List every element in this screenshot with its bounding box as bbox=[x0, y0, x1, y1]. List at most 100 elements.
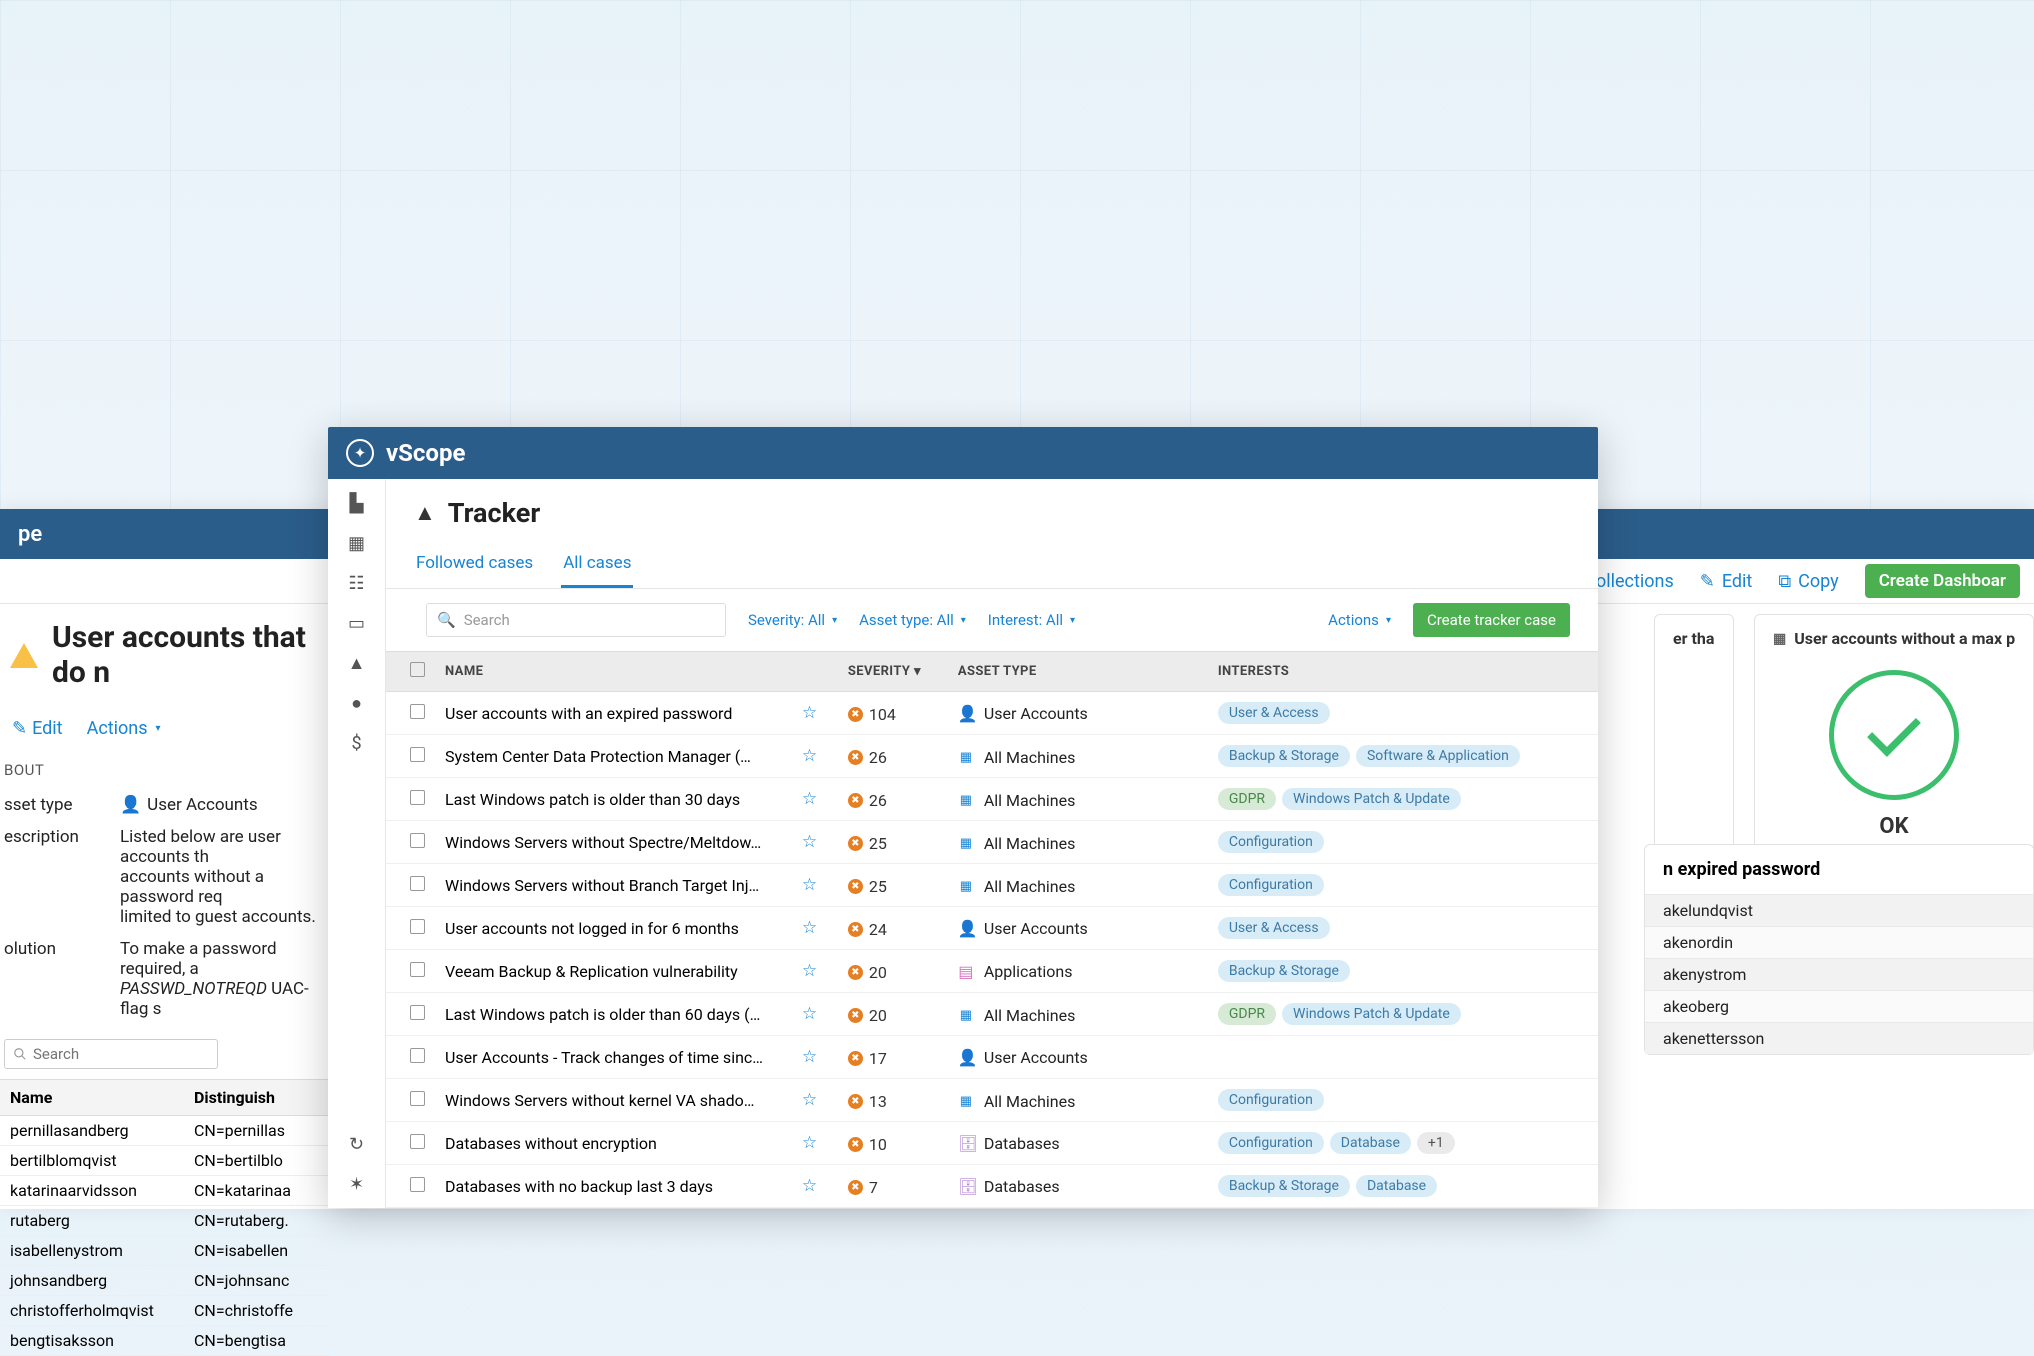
tab-followed-cases[interactable]: Followed cases bbox=[414, 545, 535, 588]
col-name[interactable]: Name bbox=[435, 652, 792, 692]
account-name: katarinaarvidsson bbox=[0, 1176, 184, 1206]
table-row[interactable]: katarinaarvidssonCN=katarinaa bbox=[0, 1176, 330, 1206]
actions-dropdown[interactable]: Actions bbox=[1328, 611, 1391, 629]
interest-tag[interactable]: GDPR bbox=[1218, 1003, 1276, 1025]
severity-dot-icon: ✖ bbox=[848, 922, 863, 937]
edit-link[interactable]: ✎Edit bbox=[12, 718, 63, 739]
table-row[interactable]: Last Windows patch is older than 30 days… bbox=[386, 778, 1598, 821]
filter-severity[interactable]: Severity: All bbox=[748, 611, 837, 629]
interest-tag[interactable]: User & Access bbox=[1218, 917, 1330, 939]
star-icon[interactable]: ☆ bbox=[802, 746, 817, 766]
table-row[interactable]: christofferholmqvistCN=christoffe bbox=[0, 1296, 330, 1326]
sidebar-table-icon[interactable]: ☷ bbox=[347, 573, 367, 593]
star-icon[interactable]: ☆ bbox=[802, 875, 817, 895]
interest-tag[interactable]: Configuration bbox=[1218, 1132, 1324, 1154]
table-row[interactable]: User accounts with an expired password ☆… bbox=[386, 692, 1598, 735]
table-row[interactable]: johnsandbergCN=johnsanc bbox=[0, 1266, 330, 1296]
star-icon[interactable]: ☆ bbox=[802, 918, 817, 938]
interest-tag[interactable]: Backup & Storage bbox=[1218, 745, 1350, 767]
row-checkbox[interactable] bbox=[410, 1048, 425, 1063]
row-checkbox[interactable] bbox=[410, 962, 425, 977]
interest-tag[interactable]: Database bbox=[1330, 1132, 1411, 1154]
sidebar-layers-icon[interactable]: ▙ bbox=[347, 493, 367, 513]
star-icon[interactable]: ☆ bbox=[802, 789, 817, 809]
interest-tag[interactable]: Configuration bbox=[1218, 831, 1324, 853]
table-row[interactable]: rutabergCN=rutaberg. bbox=[0, 1206, 330, 1236]
tracker-search-input[interactable]: 🔍 Search bbox=[426, 603, 726, 637]
sidebar-settings-icon[interactable]: ✶ bbox=[347, 1174, 367, 1194]
list-item[interactable]: akenystrom bbox=[1645, 958, 2033, 990]
star-icon[interactable]: ☆ bbox=[802, 703, 817, 723]
table-row[interactable]: Veeam Backup & Replication vulnerability… bbox=[386, 950, 1598, 993]
interest-tag[interactable]: Backup & Storage bbox=[1218, 1175, 1350, 1197]
interest-tag[interactable]: Database bbox=[1356, 1175, 1437, 1197]
table-row[interactable]: Windows Servers without Spectre/Meltdow…… bbox=[386, 821, 1598, 864]
toolbar-copy[interactable]: ⧉Copy bbox=[1778, 571, 1838, 592]
sidebar-play-icon[interactable]: ● bbox=[347, 693, 367, 713]
row-checkbox[interactable] bbox=[410, 833, 425, 848]
interest-tag[interactable]: Software & Application bbox=[1356, 745, 1520, 767]
list-item[interactable]: akenordin bbox=[1645, 926, 2033, 958]
col-severity[interactable]: Severity ▾ bbox=[838, 652, 948, 692]
interest-tag[interactable]: Configuration bbox=[1218, 1089, 1324, 1111]
table-row[interactable]: isabellenystromCN=isabellen bbox=[0, 1236, 330, 1266]
interest-tag[interactable]: Backup & Storage bbox=[1218, 960, 1350, 982]
col-distinguish[interactable]: Distinguish bbox=[184, 1080, 330, 1116]
list-item[interactable]: akeoberg bbox=[1645, 990, 2033, 1022]
table-row[interactable]: bengtisakssonCN=bengtisa bbox=[0, 1326, 330, 1356]
row-checkbox[interactable] bbox=[410, 1177, 425, 1192]
interest-tag[interactable]: Windows Patch & Update bbox=[1282, 788, 1461, 810]
sidebar-tracker-icon[interactable]: ▲ bbox=[347, 653, 367, 673]
row-checkbox[interactable] bbox=[410, 1005, 425, 1020]
sidebar-grid-icon[interactable]: ▦ bbox=[347, 533, 367, 553]
actions-dropdown[interactable]: Actions bbox=[87, 718, 161, 739]
sidebar-refresh-icon[interactable]: ↻ bbox=[347, 1134, 367, 1154]
interest-tag[interactable]: Windows Patch & Update bbox=[1282, 1003, 1461, 1025]
row-checkbox[interactable] bbox=[410, 876, 425, 891]
col-interests[interactable]: Interests bbox=[1208, 652, 1598, 692]
list-item[interactable]: akenettersson bbox=[1645, 1022, 2033, 1054]
table-row[interactable]: Databases with no backup last 3 days ☆ ✖… bbox=[386, 1165, 1598, 1208]
row-checkbox[interactable] bbox=[410, 919, 425, 934]
col-name[interactable]: Name bbox=[0, 1080, 184, 1116]
table-row[interactable]: Last Windows patch is older than 60 days… bbox=[386, 993, 1598, 1036]
star-icon[interactable]: ☆ bbox=[802, 1176, 817, 1196]
sidebar-calendar-icon[interactable]: ▭ bbox=[347, 613, 367, 633]
star-icon[interactable]: ☆ bbox=[802, 1133, 817, 1153]
interest-tag[interactable]: Configuration bbox=[1218, 874, 1324, 896]
case-name: Last Windows patch is older than 30 days bbox=[435, 778, 792, 821]
star-icon[interactable]: ☆ bbox=[802, 1047, 817, 1067]
star-icon[interactable]: ☆ bbox=[802, 1004, 817, 1024]
select-all-checkbox[interactable] bbox=[410, 662, 425, 677]
row-checkbox[interactable] bbox=[410, 1091, 425, 1106]
row-checkbox[interactable] bbox=[410, 704, 425, 719]
toolbar-edit[interactable]: ✎Edit bbox=[1700, 571, 1753, 592]
table-row[interactable]: System Center Data Protection Manager (…… bbox=[386, 735, 1598, 778]
create-dashboard-button[interactable]: Create Dashboar bbox=[1865, 564, 2020, 598]
interest-tag[interactable]: GDPR bbox=[1218, 788, 1276, 810]
create-tracker-case-button[interactable]: Create tracker case bbox=[1413, 603, 1570, 637]
filter-interest[interactable]: Interest: All bbox=[988, 611, 1075, 629]
table-row[interactable]: Databases without encryption ☆ ✖10 🗄Data… bbox=[386, 1122, 1598, 1165]
interest-tag[interactable]: User & Access bbox=[1218, 702, 1330, 724]
sidebar-dollar-icon[interactable]: $ bbox=[347, 733, 367, 753]
star-icon[interactable]: ☆ bbox=[802, 961, 817, 981]
row-checkbox[interactable] bbox=[410, 1134, 425, 1149]
row-checkbox[interactable] bbox=[410, 747, 425, 762]
tab-all-cases[interactable]: All cases bbox=[561, 545, 633, 588]
star-icon[interactable]: ☆ bbox=[802, 1090, 817, 1110]
list-item[interactable]: akelundqvist bbox=[1645, 894, 2033, 926]
dashboard-card-ok[interactable]: ▦User accounts without a max passw… OK bbox=[1754, 614, 2034, 874]
interest-tag[interactable]: +1 bbox=[1417, 1132, 1455, 1154]
table-row[interactable]: Windows Servers without Branch Target In… bbox=[386, 864, 1598, 907]
table-row[interactable]: bertilblomqvistCN=bertilblo bbox=[0, 1146, 330, 1176]
filter-asset-type[interactable]: Asset type: All bbox=[859, 611, 966, 629]
col-asset-type[interactable]: Asset Type bbox=[948, 652, 1208, 692]
mini-search-input[interactable] bbox=[4, 1039, 218, 1069]
row-checkbox[interactable] bbox=[410, 790, 425, 805]
star-icon[interactable]: ☆ bbox=[802, 832, 817, 852]
table-row[interactable]: User accounts not logged in for 6 months… bbox=[386, 907, 1598, 950]
table-row[interactable]: pernillasandbergCN=pernillas bbox=[0, 1116, 330, 1146]
table-row[interactable]: User Accounts - Track changes of time si… bbox=[386, 1036, 1598, 1079]
table-row[interactable]: Windows Servers without kernel VA shado…… bbox=[386, 1079, 1598, 1122]
